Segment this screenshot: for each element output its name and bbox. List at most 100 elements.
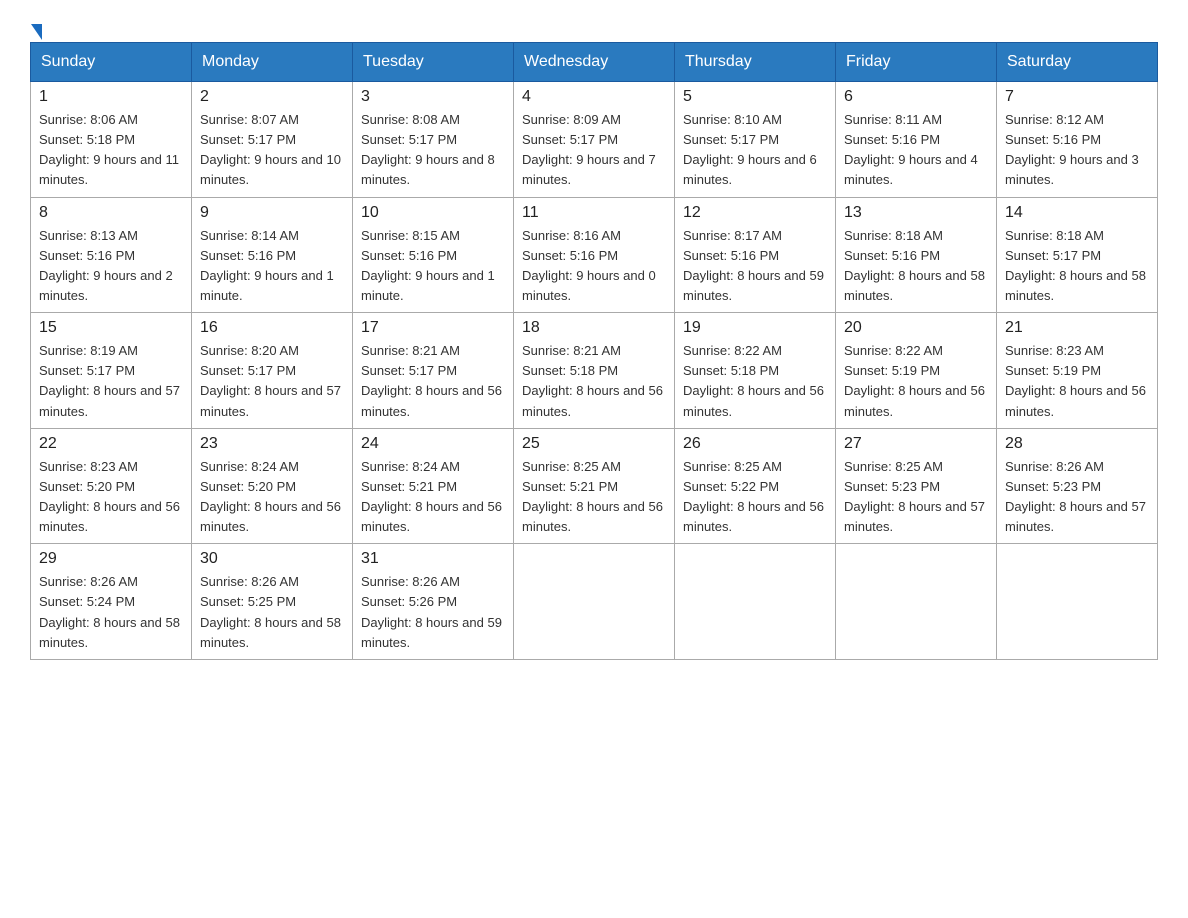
day-number: 31 [361,550,505,568]
day-info: Sunrise: 8:12 AMSunset: 5:16 PMDaylight:… [1005,110,1149,191]
calendar-cell [997,544,1158,660]
day-number: 14 [1005,204,1149,222]
calendar-cell: 5 Sunrise: 8:10 AMSunset: 5:17 PMDaylight… [675,82,836,198]
calendar-cell: 29Sunrise: 8:26 AMSunset: 5:24 PMDayligh… [31,544,192,660]
logo [30,20,43,32]
calendar-cell: 8 Sunrise: 8:13 AMSunset: 5:16 PMDaylight… [31,197,192,313]
calendar-cell: 26 Sunrise: 8:25 AMSunset: 5:22 PMDayligh… [675,428,836,544]
calendar-cell: 25Sunrise: 8:25 AMSunset: 5:21 PMDayligh… [514,428,675,544]
day-number: 18 [522,319,666,337]
day-number: 19 [683,319,827,337]
calendar-week-row: 1Sunrise: 8:06 AMSunset: 5:18 PMDaylight… [31,82,1158,198]
calendar-cell: 7 Sunrise: 8:12 AMSunset: 5:16 PMDaylight… [997,82,1158,198]
calendar-cell [675,544,836,660]
logo-chevron-icon [31,24,42,40]
day-number: 21 [1005,319,1149,337]
calendar-cell: 13 Sunrise: 8:18 AMSunset: 5:16 PMDayligh… [836,197,997,313]
day-info: Sunrise: 8:17 AMSunset: 5:16 PMDaylight:… [683,226,827,307]
day-number: 1 [39,88,183,106]
calendar-cell: 28 Sunrise: 8:26 AMSunset: 5:23 PMDayligh… [997,428,1158,544]
day-number: 8 [39,204,183,222]
day-number: 26 [683,435,827,453]
day-number: 7 [1005,88,1149,106]
day-info: Sunrise: 8:15 AMSunset: 5:16 PMDaylight:… [361,226,505,307]
calendar-header-row: Sunday Monday Tuesday Wednesday Thursday… [31,43,1158,82]
day-info: Sunrise: 8:22 AMSunset: 5:18 PMDaylight:… [683,341,827,422]
calendar-cell: 10 Sunrise: 8:15 AMSunset: 5:16 PMDayligh… [353,197,514,313]
calendar-cell: 11 Sunrise: 8:16 AMSunset: 5:16 PMDayligh… [514,197,675,313]
calendar-cell: 22 Sunrise: 8:23 AMSunset: 5:20 PMDayligh… [31,428,192,544]
day-number: 29 [39,550,183,568]
calendar-cell: 14 Sunrise: 8:18 AMSunset: 5:17 PMDayligh… [997,197,1158,313]
calendar-cell: 27 Sunrise: 8:25 AMSunset: 5:23 PMDayligh… [836,428,997,544]
day-number: 17 [361,319,505,337]
calendar-cell: 24 Sunrise: 8:24 AMSunset: 5:21 PMDayligh… [353,428,514,544]
day-number: 22 [39,435,183,453]
calendar-cell: 18 Sunrise: 8:21 AMSunset: 5:18 PMDayligh… [514,313,675,429]
day-info: Sunrise: 8:26 AMSunset: 5:23 PMDaylight:… [1005,457,1149,538]
calendar-cell: 6Sunrise: 8:11 AMSunset: 5:16 PMDaylight… [836,82,997,198]
day-info: Sunrise: 8:24 AMSunset: 5:20 PMDaylight:… [200,457,344,538]
day-info: Sunrise: 8:24 AMSunset: 5:21 PMDaylight:… [361,457,505,538]
day-info: Sunrise: 8:22 AMSunset: 5:19 PMDaylight:… [844,341,988,422]
day-info: Sunrise: 8:13 AMSunset: 5:16 PMDaylight:… [39,226,183,307]
day-info: Sunrise: 8:26 AMSunset: 5:26 PMDaylight:… [361,572,505,653]
day-info: Sunrise: 8:23 AMSunset: 5:20 PMDaylight:… [39,457,183,538]
calendar-week-row: 29Sunrise: 8:26 AMSunset: 5:24 PMDayligh… [31,544,1158,660]
col-wednesday: Wednesday [514,43,675,82]
calendar-cell [514,544,675,660]
day-number: 4 [522,88,666,106]
calendar-cell: 21 Sunrise: 8:23 AMSunset: 5:19 PMDayligh… [997,313,1158,429]
day-info: Sunrise: 8:21 AMSunset: 5:17 PMDaylight:… [361,341,505,422]
calendar-cell: 17 Sunrise: 8:21 AMSunset: 5:17 PMDayligh… [353,313,514,429]
calendar-cell: 4 Sunrise: 8:09 AMSunset: 5:17 PMDaylight… [514,82,675,198]
day-number: 12 [683,204,827,222]
day-number: 28 [1005,435,1149,453]
calendar-cell: 19 Sunrise: 8:22 AMSunset: 5:18 PMDayligh… [675,313,836,429]
day-info: Sunrise: 8:07 AMSunset: 5:17 PMDaylight:… [200,110,344,191]
day-info: Sunrise: 8:25 AMSunset: 5:22 PMDaylight:… [683,457,827,538]
day-number: 23 [200,435,344,453]
day-number: 10 [361,204,505,222]
page-header [30,20,1158,32]
col-thursday: Thursday [675,43,836,82]
day-info: Sunrise: 8:23 AMSunset: 5:19 PMDaylight:… [1005,341,1149,422]
calendar-cell: 1Sunrise: 8:06 AMSunset: 5:18 PMDaylight… [31,82,192,198]
calendar-week-row: 22 Sunrise: 8:23 AMSunset: 5:20 PMDayligh… [31,428,1158,544]
col-saturday: Saturday [997,43,1158,82]
day-info: Sunrise: 8:19 AMSunset: 5:17 PMDaylight:… [39,341,183,422]
day-info: Sunrise: 8:14 AMSunset: 5:16 PMDaylight:… [200,226,344,307]
day-number: 27 [844,435,988,453]
calendar-week-row: 15 Sunrise: 8:19 AMSunset: 5:17 PMDayligh… [31,313,1158,429]
day-number: 5 [683,88,827,106]
day-number: 13 [844,204,988,222]
day-number: 24 [361,435,505,453]
calendar-cell: 15 Sunrise: 8:19 AMSunset: 5:17 PMDayligh… [31,313,192,429]
day-info: Sunrise: 8:18 AMSunset: 5:16 PMDaylight:… [844,226,988,307]
col-sunday: Sunday [31,43,192,82]
day-number: 9 [200,204,344,222]
day-info: Sunrise: 8:18 AMSunset: 5:17 PMDaylight:… [1005,226,1149,307]
day-number: 15 [39,319,183,337]
calendar-table: Sunday Monday Tuesday Wednesday Thursday… [30,42,1158,660]
calendar-cell: 16 Sunrise: 8:20 AMSunset: 5:17 PMDayligh… [192,313,353,429]
day-info: Sunrise: 8:20 AMSunset: 5:17 PMDaylight:… [200,341,344,422]
day-number: 11 [522,204,666,222]
calendar-cell [836,544,997,660]
calendar-cell: 31 Sunrise: 8:26 AMSunset: 5:26 PMDayligh… [353,544,514,660]
calendar-week-row: 8 Sunrise: 8:13 AMSunset: 5:16 PMDaylight… [31,197,1158,313]
day-info: Sunrise: 8:21 AMSunset: 5:18 PMDaylight:… [522,341,666,422]
calendar-cell: 30 Sunrise: 8:26 AMSunset: 5:25 PMDayligh… [192,544,353,660]
day-info: Sunrise: 8:16 AMSunset: 5:16 PMDaylight:… [522,226,666,307]
day-number: 3 [361,88,505,106]
calendar-cell: 12 Sunrise: 8:17 AMSunset: 5:16 PMDayligh… [675,197,836,313]
calendar-cell: 9 Sunrise: 8:14 AMSunset: 5:16 PMDaylight… [192,197,353,313]
day-info: Sunrise: 8:10 AMSunset: 5:17 PMDaylight:… [683,110,827,191]
day-info: Sunrise: 8:25 AMSunset: 5:21 PMDaylight:… [522,457,666,538]
day-info: Sunrise: 8:25 AMSunset: 5:23 PMDaylight:… [844,457,988,538]
day-info: Sunrise: 8:11 AMSunset: 5:16 PMDaylight:… [844,110,988,191]
day-number: 30 [200,550,344,568]
day-info: Sunrise: 8:26 AMSunset: 5:25 PMDaylight:… [200,572,344,653]
day-info: Sunrise: 8:09 AMSunset: 5:17 PMDaylight:… [522,110,666,191]
day-number: 16 [200,319,344,337]
